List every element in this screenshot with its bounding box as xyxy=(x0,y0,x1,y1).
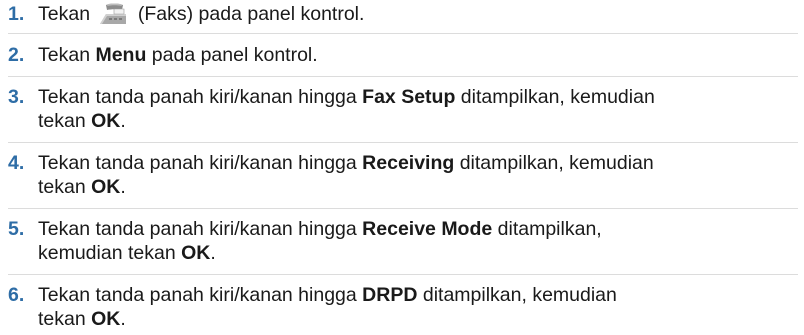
step-1: 1. Tekan (Faks) pada panel kontrol. xyxy=(8,2,798,33)
fax-icon xyxy=(97,2,129,26)
step-text: Tekan xyxy=(38,44,96,66)
step-text: kemudian tekan xyxy=(38,242,182,264)
step-number: 6. xyxy=(8,284,25,306)
step-5: 5. Tekan tanda panah kiri/kanan hingga R… xyxy=(8,208,798,274)
step-4: 4. Tekan tanda panah kiri/kanan hingga R… xyxy=(8,142,798,208)
step-bold-term: OK xyxy=(91,176,121,198)
step-text: tekan xyxy=(38,308,92,330)
step-6: 6. Tekan tanda panah kiri/kanan hingga D… xyxy=(8,274,798,335)
step-number: 4. xyxy=(8,152,25,174)
step-text: Tekan tanda panah kiri/kanan hingga xyxy=(38,218,363,240)
step-text: Tekan tanda panah kiri/kanan hingga xyxy=(38,152,363,174)
step-text: ditampilkan, xyxy=(492,218,602,240)
step-bold-term: OK xyxy=(181,242,211,264)
step-text: tekan xyxy=(38,110,92,132)
step-bold-term: OK xyxy=(91,110,121,132)
step-text: ditampilkan, kemudian xyxy=(454,152,654,174)
step-bold-term: Receive Mode xyxy=(362,218,493,240)
step-number: 3. xyxy=(8,86,25,108)
step-bold-term: OK xyxy=(91,308,121,330)
step-bold-term: Receiving xyxy=(362,152,455,174)
step-2: 2. Tekan Menu pada panel kontrol. xyxy=(8,33,798,76)
step-text: (Faks) pada panel kontrol. xyxy=(137,3,365,25)
step-bold-term: DRPD xyxy=(362,284,418,306)
step-text: Tekan tanda panah kiri/kanan hingga xyxy=(38,86,363,108)
step-bold-term: Menu xyxy=(95,44,147,66)
step-text: ditampilkan, kemudian xyxy=(417,284,617,306)
step-text: . xyxy=(120,176,126,198)
step-text: Tekan xyxy=(38,3,91,25)
instruction-steps: 1. Tekan (Faks) pada panel kontrol. 2. T… xyxy=(8,0,798,335)
step-text: . xyxy=(120,308,126,330)
step-3: 3. Tekan tanda panah kiri/kanan hingga F… xyxy=(8,76,798,142)
step-bold-term: Fax Setup xyxy=(362,86,456,108)
step-number: 5. xyxy=(8,218,25,240)
step-number: 2. xyxy=(8,44,25,66)
step-text: . xyxy=(120,110,126,132)
step-number: 1. xyxy=(8,3,25,25)
step-text: . xyxy=(210,242,216,264)
step-text: tekan xyxy=(38,176,92,198)
step-text: pada panel kontrol. xyxy=(146,44,318,66)
step-text: Tekan tanda panah kiri/kanan hingga xyxy=(38,284,363,306)
step-text: ditampilkan, kemudian xyxy=(455,86,655,108)
